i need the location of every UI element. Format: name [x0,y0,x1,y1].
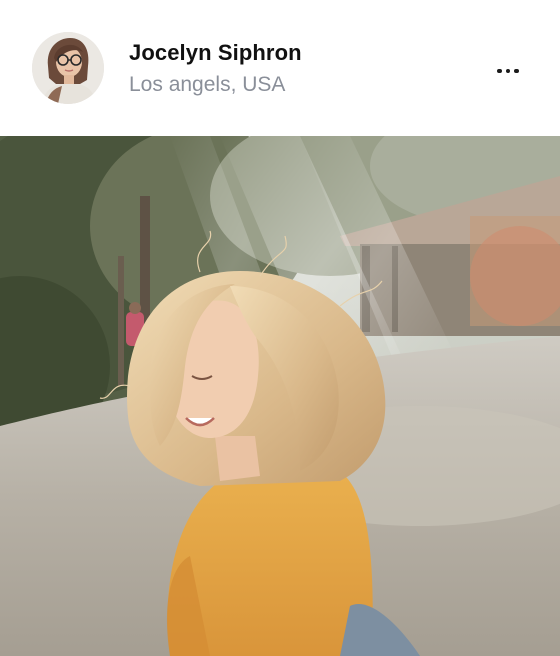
more-dot [497,68,502,74]
post-photo-image-icon [0,136,560,656]
more-dot [505,68,511,74]
post-header: Jocelyn Siphron Los angels, USA [0,0,560,136]
more-dot [514,68,519,74]
author-name[interactable]: Jocelyn Siphron [129,40,302,66]
avatar-photo-icon [32,32,104,104]
more-options-button[interactable] [488,56,528,86]
post-card: Jocelyn Siphron Los angels, USA [0,0,560,656]
author-location: Los angels, USA [129,73,286,96]
post-photo[interactable] [0,136,560,656]
author-avatar[interactable] [32,32,104,104]
